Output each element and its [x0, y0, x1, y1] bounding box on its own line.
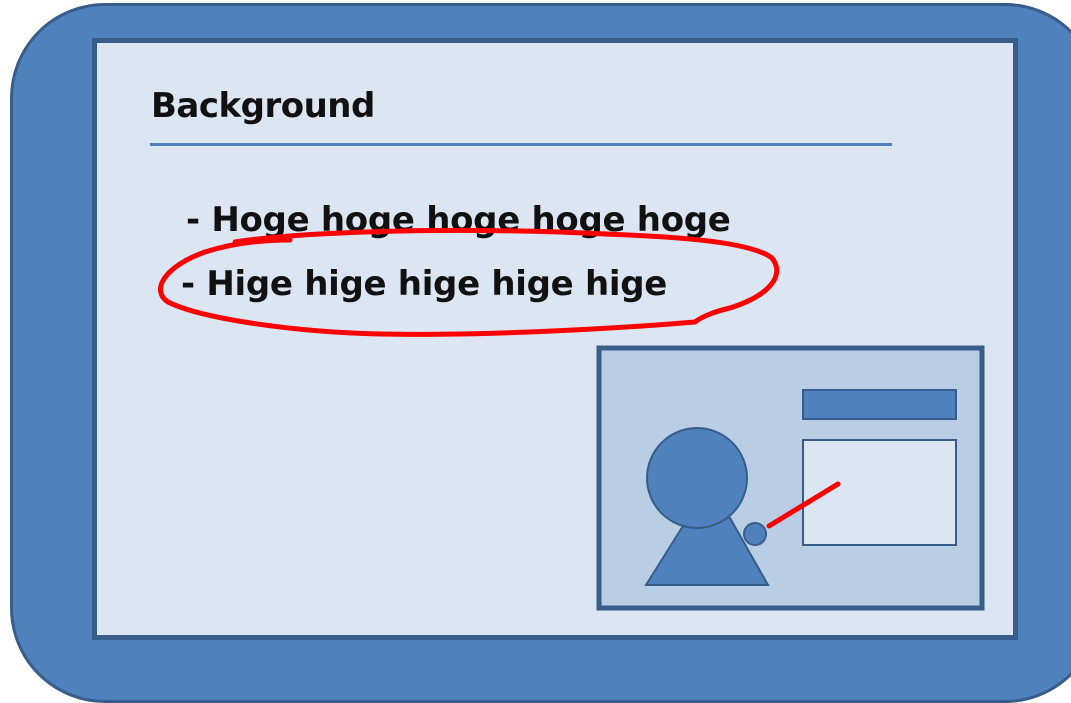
slide-canvas: [92, 38, 1018, 640]
slide-title: Background: [151, 86, 375, 126]
bullet-item-2: - Hige hige hige hige hige: [181, 264, 668, 304]
title-underline: [150, 143, 892, 146]
bullet-item-1: - Hoge hoge hoge hoge hoge: [186, 200, 731, 240]
